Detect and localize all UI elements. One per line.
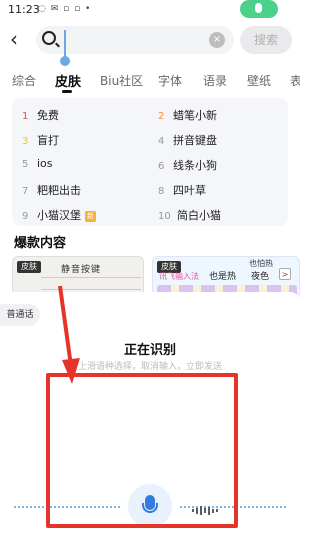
- hot-item-label: 免费: [37, 109, 59, 122]
- list-item[interactable]: 5 ios: [22, 157, 53, 173]
- back-arrow-icon[interactable]: ‹: [10, 29, 26, 51]
- keyboard-preview-row: [41, 277, 141, 287]
- search-icon: [42, 31, 56, 45]
- tab-fonts[interactable]: 字体: [158, 72, 182, 89]
- list-item[interactable]: 4 拼音键盘: [158, 132, 217, 148]
- tab-biu-community[interactable]: Biu社区: [100, 72, 143, 89]
- hot-item-label: 四叶草: [173, 184, 206, 197]
- skin-card-title: 静音按键: [61, 265, 102, 275]
- tab-quotes[interactable]: 语录: [203, 72, 227, 89]
- hot-item-label: 蜡笔小新: [173, 109, 217, 122]
- tab-skin[interactable]: 皮肤: [55, 71, 81, 90]
- hot-item-label: 线条小狗: [173, 159, 217, 172]
- list-item[interactable]: 1 免费: [22, 107, 59, 123]
- status-time: 11:23: [8, 3, 40, 16]
- text-cursor: [64, 30, 66, 58]
- skin-card-text: 夜色: [251, 272, 270, 282]
- skin-tag: 皮肤: [17, 261, 41, 273]
- rank-number: 4: [158, 136, 165, 147]
- list-item[interactable]: 8 四叶草: [158, 182, 206, 198]
- recognition-status: 正在识别: [123, 343, 176, 358]
- rank-number: 6: [158, 161, 165, 172]
- search-input[interactable]: [66, 30, 206, 50]
- tab-emoji[interactable]: 表: [290, 72, 300, 89]
- rank-number: 5: [22, 159, 29, 170]
- list-item[interactable]: 6 线条小狗: [158, 157, 217, 173]
- new-badge: 新: [85, 211, 96, 222]
- recognition-hint: 上滑语种选择，取消输入，立即发送: [77, 362, 222, 372]
- chevron-right-icon[interactable]: >: [279, 268, 291, 280]
- status-icons: ◌ ✉ ▫ ▫ •: [38, 4, 92, 14]
- rank-number: 7: [22, 186, 29, 197]
- list-item[interactable]: 2 蜡笔小新: [158, 107, 217, 123]
- hot-item-label: 小猫汉堡: [37, 209, 81, 222]
- rank-number: 8: [158, 186, 165, 197]
- hot-item-label: 拼音键盘: [173, 134, 217, 147]
- hot-search-panel: 1 免费 2 蜡笔小新 3 盲打 4 拼音键盘 5 ios 6 线条小狗 7 粑粑出击 8 四叶…: [12, 98, 288, 226]
- rank-number: 1: [22, 111, 29, 122]
- hot-item-label: ios: [37, 157, 53, 170]
- language-mode-chip[interactable]: 普通话: [0, 304, 40, 326]
- list-item[interactable]: 7 粑粑出击: [22, 182, 81, 198]
- rank-number: 10: [158, 211, 171, 222]
- status-bar: 11:23 ◌ ✉ ▫ ▫ •: [0, 0, 300, 22]
- list-item[interactable]: 3 盲打: [22, 132, 59, 148]
- section-title: 爆款内容: [14, 236, 67, 251]
- hot-item-label: 粑粑出击: [37, 184, 81, 197]
- tab-general[interactable]: 综合: [12, 72, 36, 89]
- skin-card-text: 讯飞输入法: [159, 272, 199, 281]
- skin-card-caption: 也怕热: [249, 259, 273, 268]
- list-item[interactable]: 10 简白小猫: [158, 207, 221, 223]
- annotation-highlight-box: [46, 373, 238, 528]
- hot-item-label: 简白小猫: [177, 209, 221, 222]
- microphone-icon: [255, 3, 262, 13]
- tab-wallpaper[interactable]: 壁纸: [247, 72, 271, 89]
- cursor-handle[interactable]: [60, 56, 70, 66]
- category-tabs: 综合 皮肤 Biu社区 字体 语录 壁纸 表: [0, 66, 300, 94]
- clear-icon[interactable]: ×: [209, 32, 225, 48]
- rank-number: 3: [22, 136, 29, 147]
- rank-number: 2: [158, 111, 165, 122]
- active-tab-indicator: [62, 90, 72, 93]
- hot-item-label: 盲打: [37, 134, 59, 147]
- voice-indicator-pill[interactable]: [240, 0, 278, 18]
- rank-number: 9: [22, 211, 29, 222]
- search-button[interactable]: 搜索: [240, 26, 292, 54]
- list-item[interactable]: 9 小猫汉堡新: [22, 207, 96, 223]
- skin-card-text: 也是热: [209, 272, 237, 282]
